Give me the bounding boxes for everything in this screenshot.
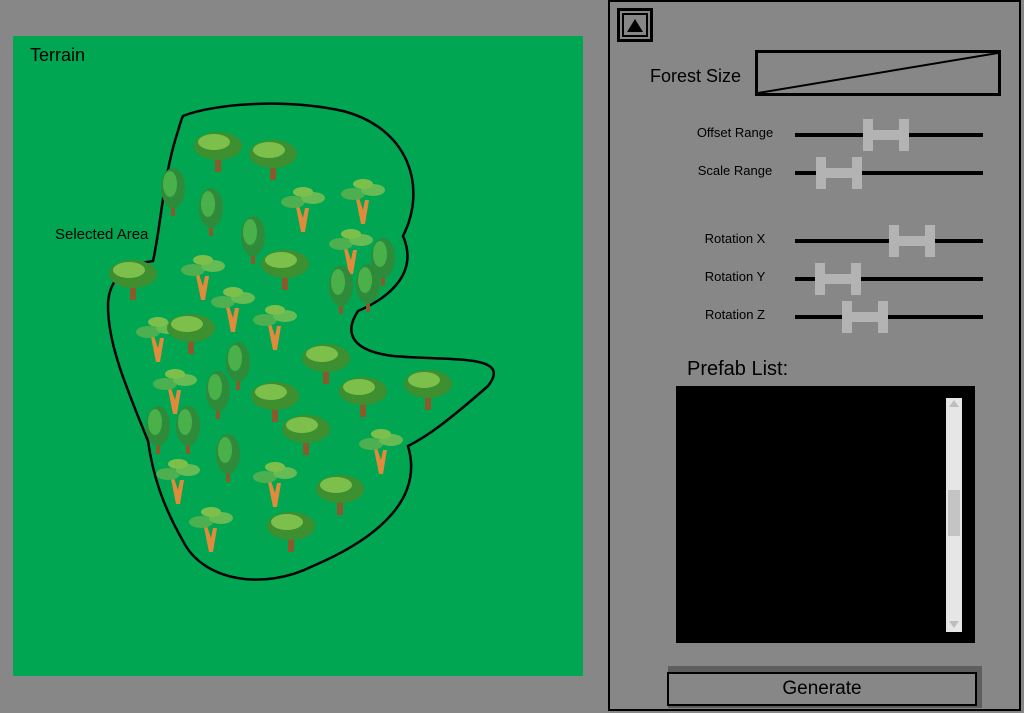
spawn-frequency-label: Spawn Frequency: [809,547,929,581]
scroll-up-icon[interactable] [949,400,959,407]
settings-panel: Forest Size Offset Range Scale Range Rotat… [608,0,1021,711]
slider-thumb[interactable] [814,263,861,295]
tree-icon [339,377,387,417]
tree-icon [356,264,380,312]
tree-icon [341,179,385,224]
spawn-frequency-line: Frequency: [809,467,875,482]
forest-size-label: Forest Size [650,66,742,86]
spacing-label: Spacing: [809,415,860,430]
triangle-up-icon [627,18,643,32]
tree-icon [302,344,350,384]
slider-label: Rotation Y [704,269,766,284]
prefab-list-item[interactable]: Spacing: [688,604,940,632]
prefab-image-label: Prefab Image [705,542,785,558]
prefab-list: Spacing: Prefab Image Spacing: Spawn Frequen… [676,386,975,643]
spawn-frequency-label: Spawn Frequency: [809,449,929,483]
prefab-list-scrollbar[interactable] [946,398,962,632]
tree-icon [249,140,297,180]
tree-icon [206,371,230,419]
slider-label: Offset Range [696,125,774,140]
tree-icon [251,382,299,422]
tree-icon [267,512,315,552]
spawn-frequency-line: Spawn [809,548,849,563]
tree-icon [181,255,225,300]
tree-icon [189,507,233,552]
tree-icon [161,168,185,216]
spacing-label: Spacing: [809,617,860,632]
selected-area-label: Selected Area [55,226,149,243]
tree-icon [253,462,297,507]
slider-thumb[interactable] [841,301,888,333]
tree-icon [211,287,255,332]
tree-icon [281,187,325,232]
prefab-image: Prefab Image [699,412,791,492]
tree-icon [176,406,200,454]
tree-icon [226,342,250,390]
tree-icon [282,415,330,455]
terrain-canvas[interactable] [13,36,583,676]
tree-icon [241,216,265,264]
slider-thumb[interactable] [863,119,910,151]
generate-button[interactable]: Generate [667,672,977,706]
prefab-image-label: Prefab Image [705,444,785,460]
tree-icon [194,132,242,172]
slider-thumb[interactable] [816,157,863,189]
tree-icon [359,429,403,474]
spawn-frequency-line: Spawn [809,450,849,465]
tree-icon [109,260,157,300]
tree-icon [216,434,240,482]
prefab-list-title: Prefab List: [687,358,789,380]
forest-size-field[interactable] [755,50,1001,96]
terrain-view[interactable]: Terrain Selected Area [13,36,583,676]
scrollbar-thumb[interactable] [948,490,960,536]
tree-icon [316,475,364,515]
collapse-button[interactable] [617,8,653,42]
tree-icon [404,370,452,410]
tree-icon [253,305,297,350]
tree-icon [329,266,353,314]
tree-icon [261,250,309,290]
spacing-label: Spacing: [809,513,860,528]
prefab-image [699,614,791,632]
prefab-list-item[interactable]: Prefab Image Spacing: Spawn Frequency: [688,402,940,492]
prefab-list-item[interactable]: Prefab Image Spacing: Spawn Frequency: [688,500,940,590]
slider-thumb[interactable] [888,225,935,257]
tree-icon [199,188,223,236]
scroll-down-icon[interactable] [949,621,959,628]
prefab-image: Prefab Image [699,510,791,590]
slider-label: Scale Range [697,163,773,178]
tree-icon [167,314,215,354]
terrain-title: Terrain [30,45,86,65]
slider-label: Rotation Z [705,307,765,322]
slider-track[interactable] [795,315,983,319]
spawn-frequency-line: Frequency: [809,565,875,580]
slider-label: Rotation X [704,231,766,246]
